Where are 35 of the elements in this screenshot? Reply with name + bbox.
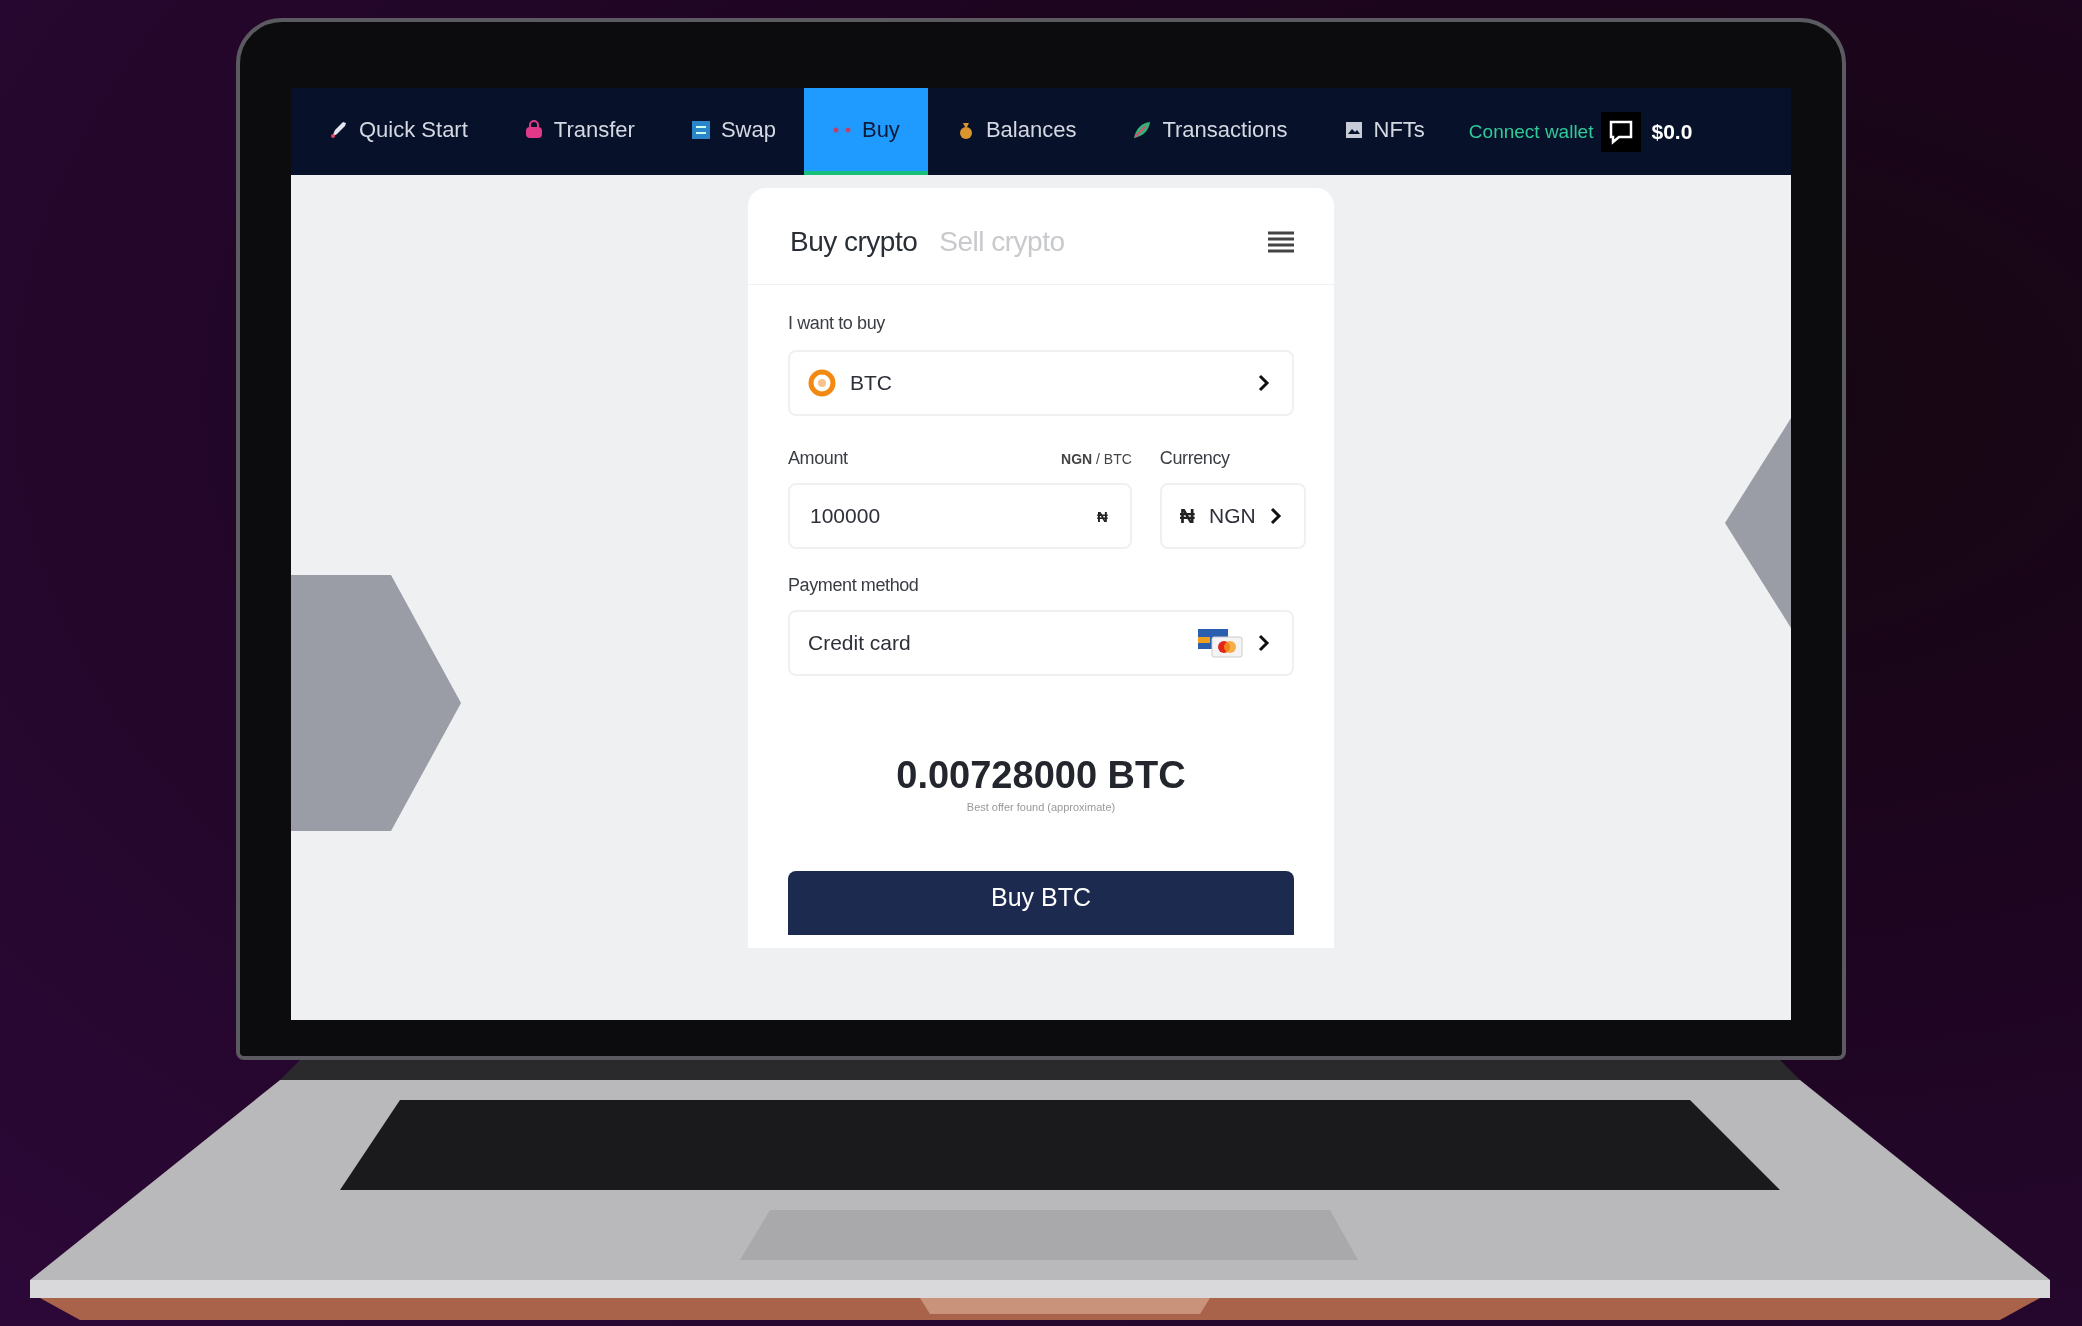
buy-button[interactable]: Buy BTC [788, 871, 1294, 935]
nav-tab[interactable]: Transactions [1104, 88, 1316, 175]
amount-field[interactable]: 100000 ₦ [788, 483, 1132, 549]
menu-icon[interactable] [1268, 231, 1294, 253]
chevron-icon [1269, 507, 1282, 525]
cards-icon [1198, 627, 1244, 659]
swap-icon [690, 119, 711, 140]
connect-wallet-link[interactable]: Connect wallet [1468, 120, 1594, 143]
field-label: I want to buy [788, 313, 886, 334]
card-tab[interactable]: Buy crypto [790, 226, 918, 258]
nav-tab[interactable]: Transfer [495, 88, 663, 175]
amount-value[interactable]: 100000 [808, 503, 1083, 529]
balance-amount: $0.0 [1651, 119, 1693, 144]
asset-select[interactable]: BTC [788, 350, 1294, 416]
nav-tab[interactable]: Swap [662, 88, 804, 175]
nav-tab[interactable]: NFTs [1315, 88, 1453, 175]
nav-tab[interactable]: Quick Start [301, 88, 496, 175]
result-amount: 0.00728000 BTC [895, 754, 1187, 797]
dots-icon [831, 126, 852, 133]
field-label: Payment method [788, 575, 920, 596]
field-label: Currency [1159, 448, 1231, 469]
result-note: Best offer found (approximate) [965, 801, 1117, 813]
field-label: Amount [788, 448, 848, 469]
chevron-icon [1258, 374, 1270, 392]
chevron-icon [1258, 634, 1270, 652]
leaf-icon [1132, 119, 1153, 140]
currency-select[interactable]: ₦ NGN [1159, 483, 1306, 549]
naira-symbol: ₦ [1097, 507, 1108, 525]
nav-tab[interactable]: Balances [927, 88, 1105, 175]
nav-tab[interactable]: Buy [803, 88, 928, 175]
payment-method-select[interactable]: Credit card [788, 610, 1294, 676]
unit-toggle[interactable]: NGN / BTC [1061, 450, 1132, 467]
image-icon [1343, 119, 1364, 140]
bitcoin-icon [808, 369, 836, 397]
chat-bubble-icon[interactable] [1601, 111, 1642, 152]
